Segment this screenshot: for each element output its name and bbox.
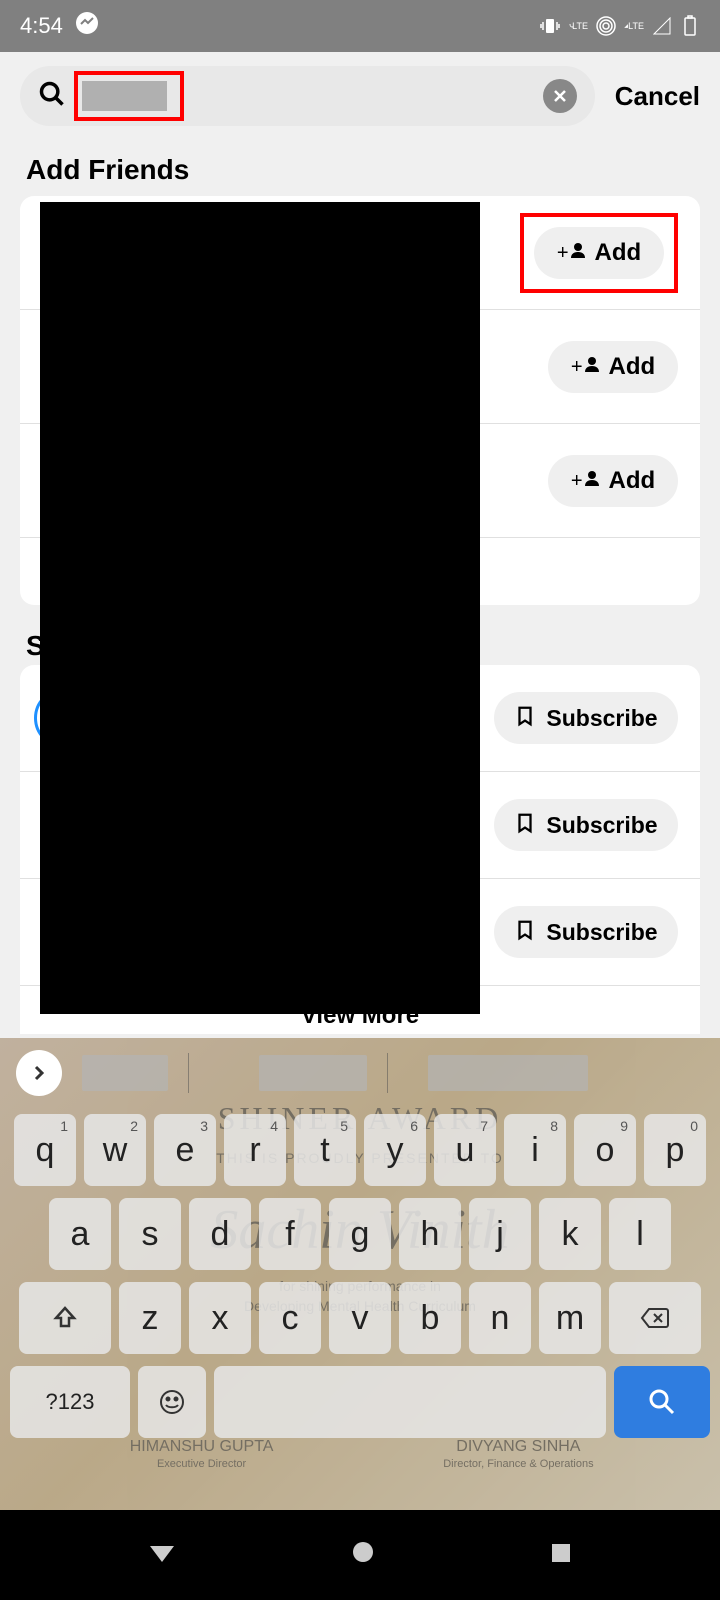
signal2-icon <box>652 16 672 36</box>
key-x[interactable]: x <box>189 1282 251 1354</box>
space-key[interactable] <box>214 1366 606 1438</box>
suggestion-2[interactable] <box>259 1055 367 1091</box>
expand-suggestions-button[interactable] <box>16 1050 62 1096</box>
subscribe-button[interactable]: Subscribe <box>494 906 678 958</box>
key-d[interactable]: d <box>189 1198 251 1270</box>
shift-key[interactable] <box>19 1282 111 1354</box>
search-key[interactable] <box>614 1366 710 1438</box>
status-bar: 4:54 LTE LTE <box>0 0 720 52</box>
signal-icon: LTE <box>624 16 644 36</box>
search-box[interactable] <box>20 66 595 126</box>
wifi-calling-icon: LTE <box>568 16 588 36</box>
add-person-icon: + <box>557 241 587 265</box>
key-a[interactable]: a <box>49 1198 111 1270</box>
suggestion-bar <box>0 1038 720 1108</box>
add-friend-button[interactable]: + Add <box>548 341 678 393</box>
home-button[interactable] <box>351 1539 375 1571</box>
add-button-label: Add <box>609 467 656 495</box>
key-m[interactable]: m <box>539 1282 601 1354</box>
key-w[interactable]: w2 <box>84 1114 146 1186</box>
search-input-highlight <box>74 71 184 121</box>
subscribe-label: Subscribe <box>546 919 657 946</box>
add-friend-button[interactable]: + Add <box>548 455 678 507</box>
add-button-highlight: + Add <box>520 213 678 293</box>
key-j[interactable]: j <box>469 1198 531 1270</box>
bookmark-icon <box>514 812 536 839</box>
recent-apps-button[interactable] <box>550 1539 572 1571</box>
add-person-icon: + <box>571 355 601 379</box>
key-f[interactable]: f <box>259 1198 321 1270</box>
key-v[interactable]: v <box>329 1282 391 1354</box>
suggestion-divider <box>188 1053 189 1093</box>
navigation-bar <box>0 1510 720 1600</box>
key-e[interactable]: e3 <box>154 1114 216 1186</box>
vibrate-icon <box>540 16 560 36</box>
add-button-label: Add <box>595 239 642 267</box>
bookmark-icon <box>514 705 536 732</box>
search-area: Cancel <box>0 52 720 140</box>
suggestion-1[interactable] <box>82 1055 168 1091</box>
back-button[interactable] <box>148 1538 176 1573</box>
key-o[interactable]: o9 <box>574 1114 636 1186</box>
add-friend-button[interactable]: + Add <box>534 227 664 279</box>
key-z[interactable]: z <box>119 1282 181 1354</box>
suggestion-3[interactable] <box>428 1055 588 1091</box>
search-input[interactable] <box>82 81 167 111</box>
subscribe-button[interactable]: Subscribe <box>494 692 678 744</box>
key-n[interactable]: n <box>469 1282 531 1354</box>
messenger-icon <box>75 11 99 41</box>
key-k[interactable]: k <box>539 1198 601 1270</box>
search-icon <box>38 80 66 113</box>
add-person-icon: + <box>571 469 601 493</box>
add-friends-title: Add Friends <box>0 140 720 196</box>
key-c[interactable]: c <box>259 1282 321 1354</box>
key-u[interactable]: u7 <box>434 1114 496 1186</box>
suggestion-divider <box>387 1053 388 1093</box>
battery-icon <box>680 16 700 36</box>
key-h[interactable]: h <box>399 1198 461 1270</box>
key-r[interactable]: r4 <box>224 1114 286 1186</box>
redaction-overlay <box>40 202 480 1014</box>
status-time: 4:54 <box>20 13 63 39</box>
key-q[interactable]: q1 <box>14 1114 76 1186</box>
add-button-label: Add <box>609 353 656 381</box>
key-b[interactable]: b <box>399 1282 461 1354</box>
cancel-button[interactable]: Cancel <box>615 81 700 112</box>
key-s[interactable]: s <box>119 1198 181 1270</box>
clear-search-button[interactable] <box>543 79 577 113</box>
subscribe-label: Subscribe <box>546 705 657 732</box>
key-y[interactable]: y6 <box>364 1114 426 1186</box>
key-p[interactable]: p0 <box>644 1114 706 1186</box>
bookmark-icon <box>514 919 536 946</box>
emoji-key[interactable] <box>138 1366 206 1438</box>
subscribe-button[interactable]: Subscribe <box>494 799 678 851</box>
key-t[interactable]: t5 <box>294 1114 356 1186</box>
symbols-key[interactable]: ?123 <box>10 1366 130 1438</box>
key-l[interactable]: l <box>609 1198 671 1270</box>
subscribe-label: Subscribe <box>546 812 657 839</box>
key-i[interactable]: i8 <box>504 1114 566 1186</box>
hotspot-icon <box>596 16 616 36</box>
key-g[interactable]: g <box>329 1198 391 1270</box>
backspace-key[interactable] <box>609 1282 701 1354</box>
